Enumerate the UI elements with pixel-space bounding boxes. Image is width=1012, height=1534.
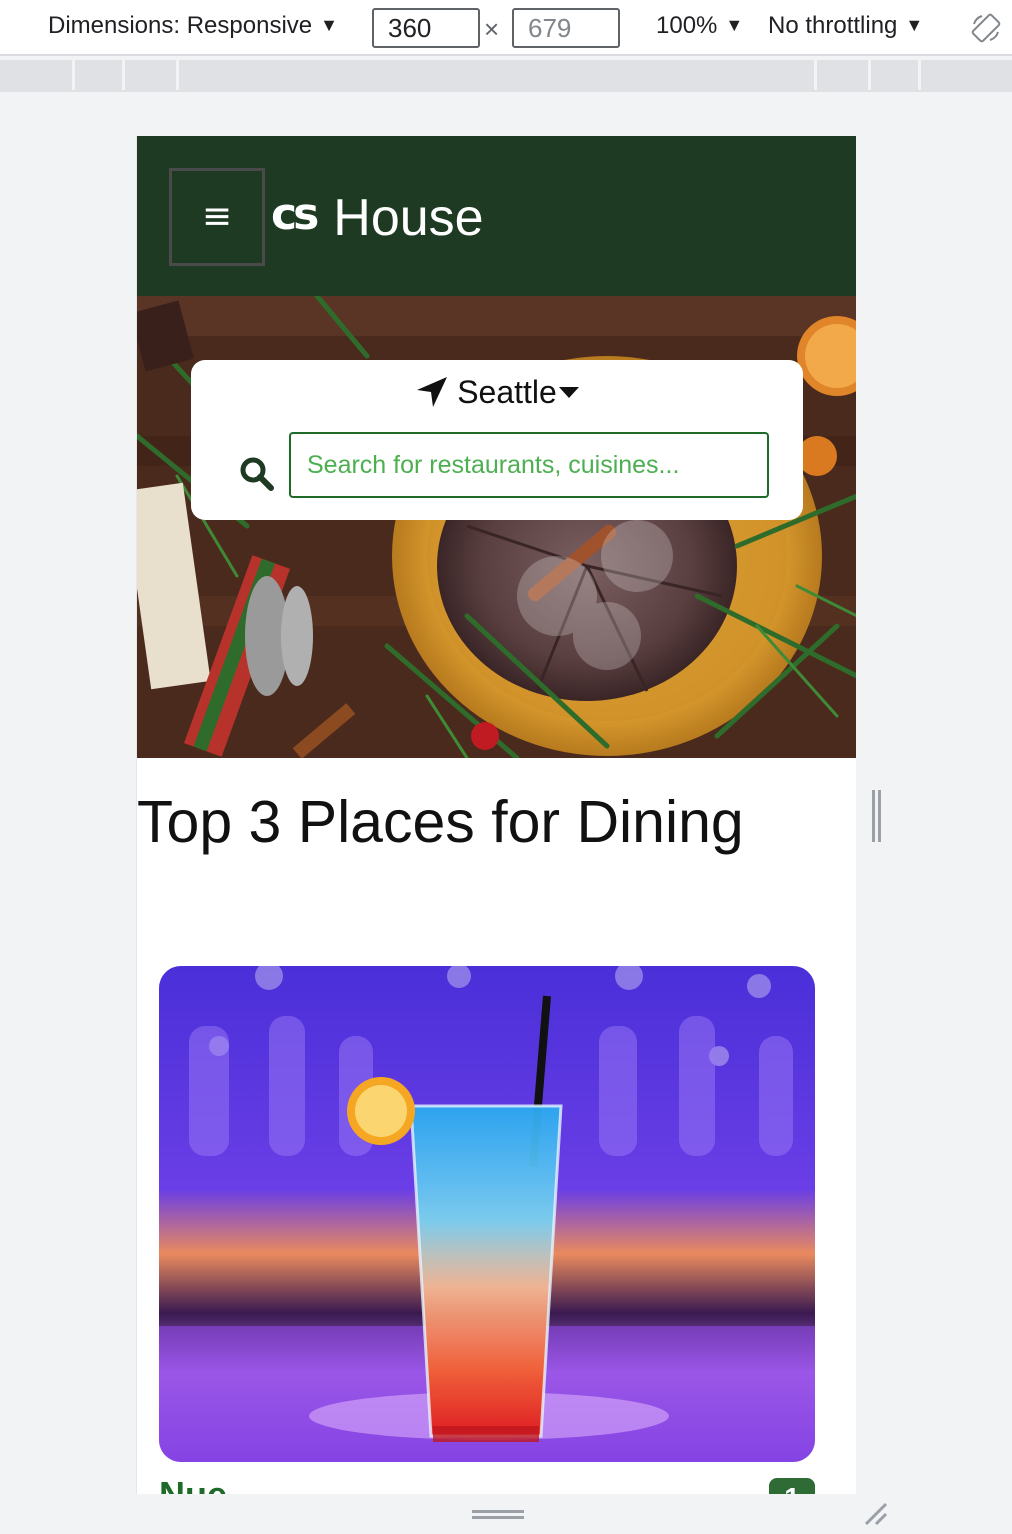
mq-separator [814,60,817,90]
width-input[interactable]: 360 [372,8,480,48]
mq-separator [868,60,871,90]
brand-name: House [333,189,484,247]
zoom-label: 100% [656,12,718,39]
section-title: Top 3 Places for Dining [137,789,744,855]
throttling-dropdown[interactable]: No throttling ▼ [768,12,923,40]
dimensions-caret-icon: ▼ [320,15,338,35]
rank-badge: 1 [769,1478,815,1494]
mq-separator [122,60,125,90]
device-viewport: ≡ ᴄꜱ House Seattle Search for restaurant… [136,136,856,1494]
mq-separator [72,60,75,90]
site-header: ≡ ᴄꜱ House [137,136,856,296]
cocktail-photo [159,966,815,1462]
dimensions-dropdown[interactable]: Dimensions: Responsive ▼ [48,12,338,40]
viewport-bottom-bar [136,1494,896,1534]
search-input[interactable] [289,432,769,498]
hamburger-icon: ≡ [201,196,233,237]
mq-separator [918,60,921,90]
city-label: Seattle [457,374,557,410]
viewport-resize-handle-bottom[interactable] [472,1510,524,1520]
zoom-dropdown[interactable]: 100% ▼ [656,12,743,40]
zoom-caret-icon: ▼ [725,15,744,35]
times-symbol: × [484,14,500,44]
height-input[interactable]: 679 [512,8,620,48]
throttling-label: No throttling [768,12,898,39]
mq-separator [176,60,179,90]
viewport-resize-handle-right[interactable] [870,790,882,842]
search-icon[interactable] [239,456,275,492]
brand[interactable]: ᴄꜱ House [271,188,484,248]
devtools-toolbar: Dimensions: Responsive ▼ 360 × 679 100% ▼ … [0,0,1012,56]
location-arrow-icon [417,377,448,407]
brand-logo-icon: ᴄꜱ [271,189,319,240]
restaurant-name[interactable]: Nue [159,1474,227,1494]
restaurant-card-image[interactable] [159,966,815,1462]
dimensions-label: Dimensions: Responsive [48,12,313,39]
throttling-caret-icon: ▼ [905,15,924,35]
location-selector[interactable]: Seattle [191,374,803,411]
chevron-down-icon [558,387,579,398]
search-card: Seattle [191,360,803,520]
corner-resize-icon[interactable] [862,1500,890,1528]
hamburger-menu-button[interactable]: ≡ [169,168,265,266]
rotate-icon[interactable] [970,12,1002,44]
media-query-bar[interactable] [0,60,1012,92]
